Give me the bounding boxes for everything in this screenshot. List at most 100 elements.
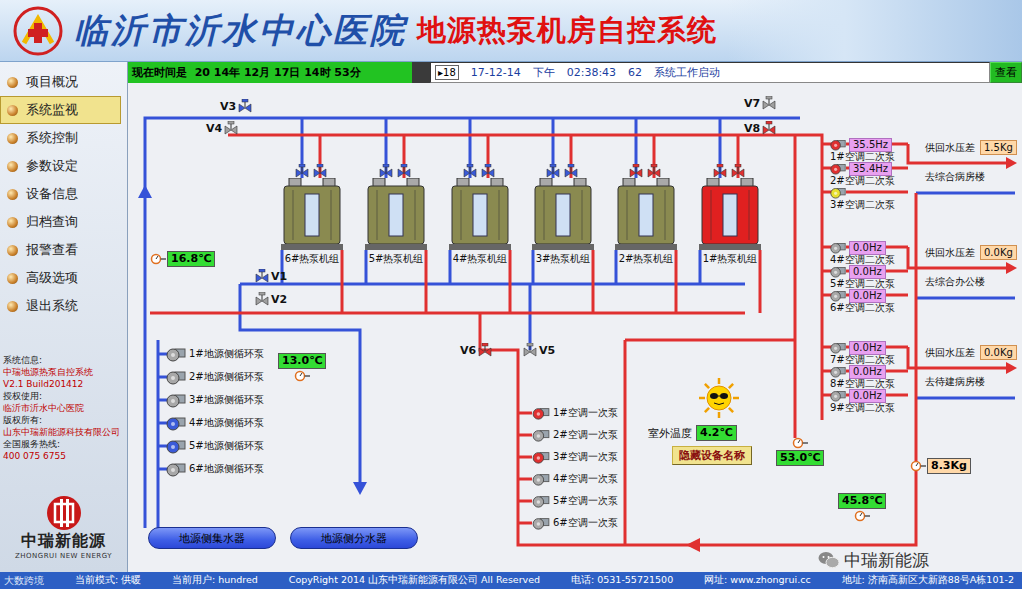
pump-icon[interactable]: [830, 241, 846, 254]
secondary-pump[interactable]: 35.5Hz1#空调二次泵: [830, 138, 895, 163]
ground-pump[interactable]: 6#地源侧循环泵: [166, 461, 264, 477]
pump-icon[interactable]: [532, 516, 550, 530]
heat-pump[interactable]: 4#热泵机组: [445, 158, 515, 266]
pump-icon[interactable]: [830, 162, 846, 175]
valve[interactable]: V6: [460, 343, 492, 357]
pump-icon[interactable]: [830, 289, 846, 302]
valve-icon[interactable]: [478, 343, 492, 357]
pump-icon[interactable]: [166, 392, 186, 408]
ground-pump[interactable]: 3#地源侧循环泵: [166, 392, 264, 408]
primary-pump[interactable]: 3#空调一次泵: [532, 450, 618, 464]
pump-icon[interactable]: [532, 472, 550, 486]
valve[interactable]: V2: [255, 292, 287, 306]
valve-icon[interactable]: [762, 96, 776, 110]
heat-pump-unit-icon[interactable]: [449, 178, 511, 250]
pump-icon[interactable]: [830, 138, 846, 151]
secondary-pump[interactable]: 0.0Hz6#空调二次泵: [830, 289, 895, 314]
sidebar-item[interactable]: 退出系统: [0, 292, 121, 320]
valve-icon[interactable]: [313, 164, 327, 178]
sidebar-item[interactable]: 项目概况: [0, 68, 121, 96]
manifold-tank[interactable]: 地源侧集水器: [148, 527, 276, 549]
valve[interactable]: V4: [206, 121, 238, 135]
valve-icon[interactable]: [564, 164, 578, 178]
heat-pump[interactable]: 5#热泵机组: [361, 158, 431, 266]
pump-icon[interactable]: [166, 346, 186, 362]
valve-icon[interactable]: [379, 164, 393, 178]
valve-icon[interactable]: [295, 164, 309, 178]
unit-valves: [379, 158, 411, 178]
valve[interactable]: V3: [220, 99, 252, 113]
valve[interactable]: V5: [523, 343, 555, 357]
valve-icon[interactable]: [713, 164, 727, 178]
valve-icon[interactable]: [731, 164, 745, 178]
pump-icon[interactable]: [166, 461, 186, 477]
pump-icon[interactable]: [532, 406, 550, 420]
secondary-pump[interactable]: 3#空调二次泵: [830, 186, 895, 211]
heat-pump-unit-icon[interactable]: [281, 178, 343, 250]
pump-icon[interactable]: [830, 365, 846, 378]
secondary-pump[interactable]: 0.0Hz9#空调二次泵: [830, 389, 895, 414]
pump-icon[interactable]: [166, 438, 186, 454]
ground-pump[interactable]: 1#地源侧循环泵: [166, 346, 264, 362]
primary-pump[interactable]: 4#空调一次泵: [532, 472, 618, 486]
info-line: V2.1 Build201412: [3, 378, 124, 390]
primary-pump[interactable]: 5#空调一次泵: [532, 494, 618, 508]
manifold-tank[interactable]: 地源侧分水器: [290, 527, 418, 549]
valve-icon[interactable]: [546, 164, 560, 178]
valve-icon[interactable]: [463, 164, 477, 178]
valve[interactable]: V7: [744, 96, 776, 110]
valve-icon[interactable]: [255, 292, 269, 306]
pump-icon[interactable]: [532, 428, 550, 442]
heat-pump-unit-icon[interactable]: [532, 178, 594, 250]
pump-icon[interactable]: [830, 186, 846, 199]
sidebar-item[interactable]: 报警查看: [0, 236, 121, 264]
heat-pump[interactable]: 2#热泵机组: [611, 158, 681, 266]
heat-pump[interactable]: 6#热泵机组: [277, 158, 347, 266]
secondary-pump[interactable]: 0.0Hz4#空调二次泵: [830, 241, 895, 266]
valve-icon[interactable]: [523, 343, 537, 357]
valve-icon[interactable]: [238, 99, 252, 113]
valve[interactable]: V8: [744, 121, 776, 135]
alarm-date: 17-12-14: [471, 66, 521, 79]
status-address: 地址: 济南高新区大新路88号A栋101-2: [842, 574, 1014, 587]
valve[interactable]: V1: [255, 269, 287, 283]
secondary-pump[interactable]: 35.4Hz2#空调二次泵: [830, 162, 895, 187]
valve-icon[interactable]: [481, 164, 495, 178]
sidebar-item[interactable]: 设备信息: [0, 180, 121, 208]
sidebar-item[interactable]: 参数设定: [0, 152, 121, 180]
primary-pump[interactable]: 1#空调一次泵: [532, 406, 618, 420]
pump-icon[interactable]: [166, 369, 186, 385]
primary-pump[interactable]: 6#空调一次泵: [532, 516, 618, 530]
ground-pump[interactable]: 5#地源侧循环泵: [166, 438, 264, 454]
primary-pump[interactable]: 2#空调一次泵: [532, 428, 618, 442]
secondary-pump[interactable]: 0.0Hz8#空调二次泵: [830, 365, 895, 390]
pump-icon[interactable]: [166, 415, 186, 431]
valve-icon[interactable]: [629, 164, 643, 178]
heat-pump-unit-icon[interactable]: [699, 178, 761, 250]
heat-pump[interactable]: 3#热泵机组: [528, 158, 598, 266]
valve-icon[interactable]: [647, 164, 661, 178]
ground-pump[interactable]: 2#地源侧循环泵: [166, 369, 264, 385]
pump-icon[interactable]: [830, 341, 846, 354]
valve-icon[interactable]: [762, 121, 776, 135]
hide-names-button[interactable]: 隐藏设备名称: [672, 446, 752, 465]
sidebar-item[interactable]: 系统控制: [0, 124, 121, 152]
secondary-pump[interactable]: 0.0Hz5#空调二次泵: [830, 265, 895, 290]
valve-icon[interactable]: [255, 269, 269, 283]
sidebar-item[interactable]: 归档查询: [0, 208, 121, 236]
heat-pump[interactable]: 1#热泵机组: [695, 158, 765, 266]
pump-icon[interactable]: [830, 265, 846, 278]
valve-icon[interactable]: [224, 121, 238, 135]
heat-pump-unit-icon[interactable]: [365, 178, 427, 250]
pump-icon[interactable]: [532, 494, 550, 508]
alarm-marker[interactable]: ▸18: [435, 65, 459, 80]
heat-pump-unit-icon[interactable]: [615, 178, 677, 250]
pump-icon[interactable]: [532, 450, 550, 464]
view-button[interactable]: 查看: [990, 62, 1022, 83]
sidebar-item[interactable]: 高级选项: [0, 264, 121, 292]
ground-pump[interactable]: 4#地源侧循环泵: [166, 415, 264, 431]
sidebar-item[interactable]: 系统监视: [0, 96, 121, 124]
valve-icon[interactable]: [397, 164, 411, 178]
pump-icon[interactable]: [830, 389, 846, 402]
secondary-pump[interactable]: 0.0Hz7#空调二次泵: [830, 341, 895, 366]
